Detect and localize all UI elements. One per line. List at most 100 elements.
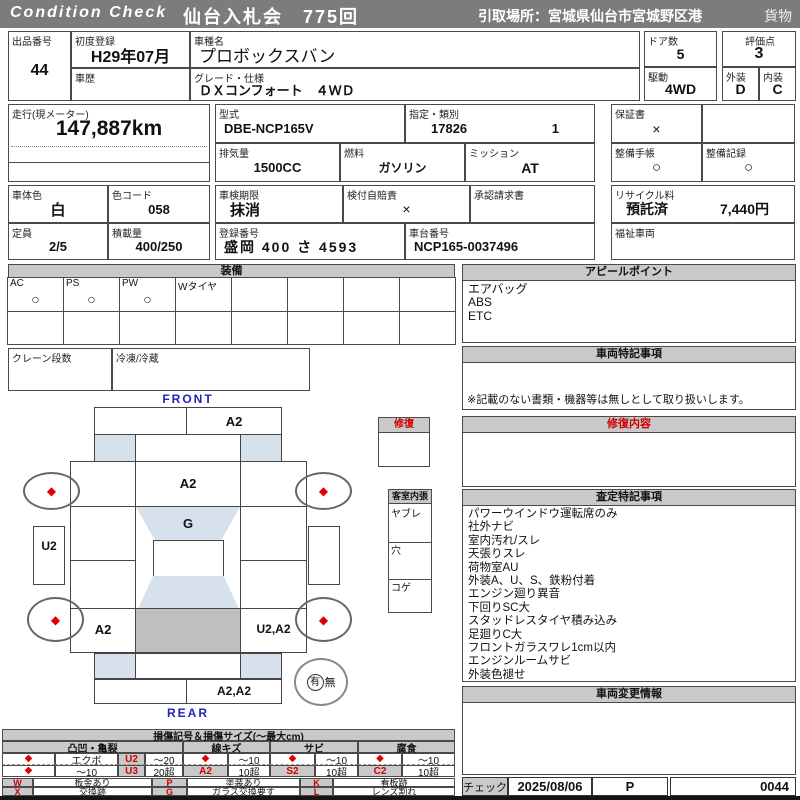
equipment-value — [232, 287, 287, 311]
body-side-left — [70, 506, 136, 609]
class-values: 17826 1 — [406, 116, 594, 141]
body-color-cell: 車体色 白 — [8, 185, 108, 223]
legend-key-l: L — [300, 787, 333, 797]
list-item: 社外ナビ — [468, 521, 514, 534]
equipment-cell — [399, 311, 456, 345]
damage-code-hood: A2 — [179, 476, 197, 491]
diagram-rear-label: REAR — [166, 706, 209, 720]
front-corner-left — [94, 434, 136, 462]
legend-code-s2: S2 — [270, 765, 315, 777]
equipment-cell — [287, 277, 344, 312]
approval-value — [471, 197, 594, 221]
rear-corner-right — [240, 653, 282, 679]
damage-code-windshield: G — [182, 516, 194, 531]
bottom-border — [0, 796, 800, 800]
legend-cell: 20超 — [145, 765, 183, 779]
cabin-roof — [153, 540, 224, 577]
diamond-icon: ◆ — [201, 753, 210, 764]
windshield: G — [136, 507, 240, 540]
spare-yes-circled: 有 — [306, 673, 324, 691]
mileage-cell: 走行(現メーター) 147,887km — [8, 104, 210, 182]
hood-panel: A2 — [135, 461, 241, 507]
list-item: エンジンルームサビ — [468, 655, 572, 668]
legend-group-corrosion: 腐食 — [358, 741, 455, 755]
vehicle-notes-title: 車両特記事項 — [463, 347, 795, 363]
front-bumper-right: A2 — [186, 407, 282, 435]
first-registration-value: H29年07月 — [90, 48, 171, 66]
assessment-notes-list: パワーウインドウ運転席のみ 社外ナビ 室内汚れ/スレ 天張りスレ 荷物室AU 外装A、U、… — [463, 506, 795, 681]
interior-row-burn: コゲ — [391, 583, 411, 594]
maintenance-record-cell: 整備記録 ○ — [702, 143, 795, 182]
legend-cell: 10超 — [402, 765, 455, 779]
rear-bumper-left — [94, 679, 187, 704]
first-registration-cell: 初度登録 H29年07月 — [71, 31, 190, 68]
equipment-value — [344, 321, 399, 344]
front-wheel-left: ◆ — [23, 472, 80, 510]
damage-code-front-bumper: A2 — [225, 414, 243, 429]
door-line-left — [70, 560, 136, 561]
list-item: パワーウインドウ運転席のみ — [468, 508, 618, 520]
fridge-cell: 冷凍/冷蔵 — [112, 348, 310, 391]
front-fender-left — [70, 461, 136, 507]
inspection-cell: 車検期限 抹消 — [215, 185, 343, 223]
maintenance-book-value: ○ — [651, 159, 662, 176]
drive-value: 4WD — [664, 81, 697, 97]
damage-diamond-icon: ◆ — [318, 484, 329, 498]
diamond-icon: ◆ — [288, 753, 297, 764]
legend-code-u2: U2 — [118, 753, 145, 765]
score-value: 3 — [754, 45, 764, 62]
repair-details-title: 修復内容 — [463, 417, 795, 433]
equipment-cell — [119, 311, 176, 345]
model-code-value: DBE-NCP165V — [224, 121, 314, 136]
equipment-cell — [63, 311, 120, 345]
interior-grade-value: C — [772, 81, 783, 97]
crane-value — [9, 360, 111, 389]
repair-details-panel: 修復内容 — [462, 416, 796, 487]
rear-panel-center — [135, 653, 241, 679]
diagram-front-label: FRONT — [162, 392, 214, 406]
damage-diamond-icon: ◆ — [318, 612, 329, 627]
registration-number-value: 盛岡 400 さ 4593 — [224, 238, 359, 255]
check-date-cell: 2025/08/06 — [508, 777, 592, 796]
fuel-cell: 燃料 ガソリン — [340, 143, 465, 182]
interior-row-tear: ヤブレ — [389, 504, 431, 543]
equipment-value — [344, 287, 399, 311]
color-code-value: 058 — [148, 201, 170, 217]
list-item: エンジン廻り異音 — [468, 588, 560, 601]
list-item: 室内汚れ/スレ — [468, 534, 541, 547]
equipment-value — [400, 321, 455, 344]
inspector-cell: P — [592, 777, 668, 796]
equipment-cell — [7, 311, 64, 345]
equipment-value — [176, 287, 231, 311]
equipment-value: ○ — [31, 291, 40, 307]
maintenance-book-cell: 整備手帳 ○ — [611, 143, 702, 182]
class-number: 17826 — [431, 121, 468, 136]
equipment-value — [176, 321, 231, 344]
vehicle-notes-panel: 車両特記事項 ※記載のない書類・機器等は無しとして取り扱いします。 — [462, 346, 796, 410]
class-cell: 指定・類別 17826 1 — [405, 104, 595, 143]
body-color-value: 白 — [50, 201, 66, 219]
equipment-row-2 — [7, 311, 456, 345]
equipment-cell — [231, 277, 288, 312]
model-code-cell: 型式 DBE-NCP165V — [215, 104, 405, 143]
recycle-amount: 7,440円 — [719, 201, 769, 217]
score-cell: 評価点 3 — [722, 31, 796, 67]
rear-wheel-left: ◆ — [27, 597, 84, 642]
chassis-number-value: NCP165-0037496 — [414, 239, 519, 254]
rear-wheel-right: ◆ — [295, 597, 352, 642]
grade-cell: グレード・仕様 ＤＸコンフォート ４ＷＤ — [190, 68, 640, 101]
side-step-left: U2 — [33, 526, 65, 585]
list-item: 外装色褪せ — [468, 668, 526, 681]
legend-diamond-icon: ◆ — [183, 753, 228, 765]
vehicle-notes-body: ※記載のない書類・機器等は無しとして取り扱いします。 — [463, 363, 795, 409]
header-bar: Condition Check 仙台入札会 775回 引取場所：宮城県仙台市宮城… — [0, 0, 800, 28]
legend-code-a2: A2 — [183, 765, 228, 777]
displacement-cell: 排気量 1500CC — [215, 143, 340, 182]
insurance-cell: 検付自賠責 × — [343, 185, 470, 223]
vehicle-notes-disclaimer: ※記載のない書類・機器等は無しとして取り扱いします。 — [467, 394, 750, 406]
list-item: フロントガラスワレ1cm以内 — [468, 642, 616, 655]
equipment-cell-pw: PW ○ — [119, 277, 176, 312]
rear-bumper-right: A2,A2 — [186, 679, 282, 704]
interior-grade-cell: 内装 C — [759, 67, 796, 101]
cabin-column: G — [135, 506, 241, 609]
